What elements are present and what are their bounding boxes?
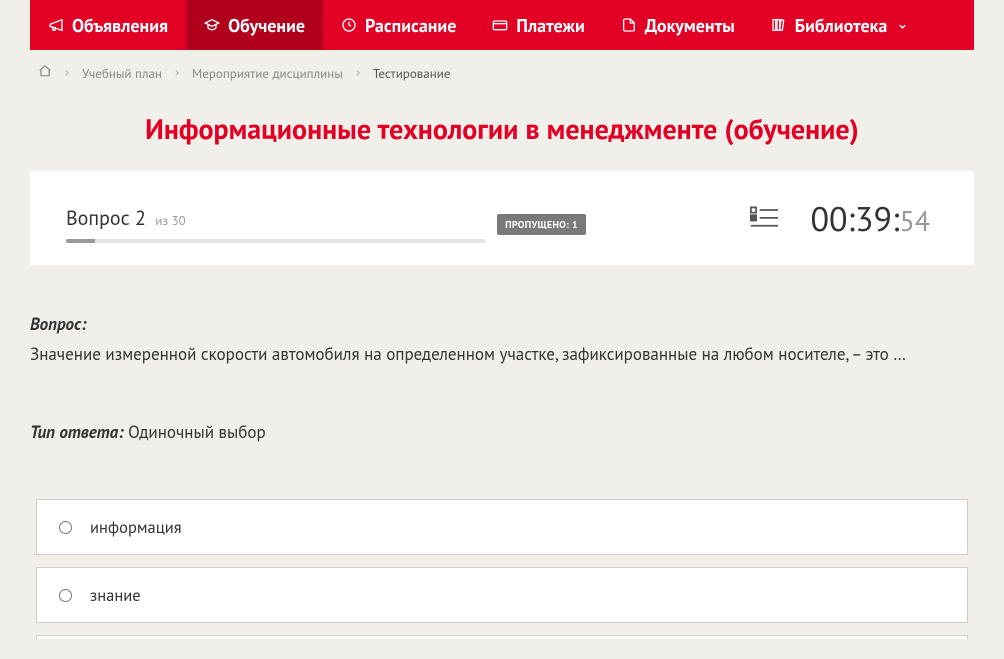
countdown-timer: 00:39:54 <box>810 197 938 241</box>
answer-label: знание <box>90 584 141 606</box>
question-counter: Вопрос 2 из 30 <box>66 205 485 231</box>
skipped-badge: ПРОПУЩЕНО: 1 <box>497 214 586 235</box>
answer-label: информация <box>90 516 182 538</box>
top-nav: Объявления Обучение Расписание Платежи Д… <box>30 0 974 50</box>
nav-item-payments[interactable]: Платежи <box>474 0 602 50</box>
nav-label: Библиотека <box>795 14 888 37</box>
nav-item-announcements[interactable]: Объявления <box>30 0 186 50</box>
nav-item-education[interactable]: Обучение <box>186 0 323 50</box>
question-body: Вопрос: Значение измеренной скорости авт… <box>0 265 1004 463</box>
question-label: Вопрос: <box>30 313 974 335</box>
progress-fill <box>66 239 95 243</box>
document-icon <box>621 17 637 33</box>
megaphone-icon <box>48 17 64 33</box>
chevron-right-icon <box>62 65 72 82</box>
answer-radio[interactable] <box>59 589 72 602</box>
clock-icon <box>341 17 357 33</box>
nav-label: Расписание <box>365 14 456 37</box>
answer-option-partial <box>36 635 968 639</box>
page-title: Информационные технологии в менеджменте … <box>0 92 1004 171</box>
answer-option[interactable]: знание <box>36 567 968 623</box>
nav-item-library[interactable]: Библиотека <box>753 0 927 50</box>
progress-bar <box>66 239 485 243</box>
breadcrumb-current: Тестирование <box>373 65 451 82</box>
nav-label: Документы <box>645 14 735 37</box>
nav-item-documents[interactable]: Документы <box>603 0 753 50</box>
card-icon <box>492 17 508 33</box>
question-text: Значение измеренной скорости автомобиля … <box>30 341 974 367</box>
chevron-right-icon <box>353 65 363 82</box>
chevron-down-icon <box>895 14 908 37</box>
home-icon[interactable] <box>38 64 52 82</box>
graduation-icon <box>204 17 220 33</box>
question-list-icon[interactable] <box>750 205 778 234</box>
breadcrumb: Учебный план Мероприятие дисциплины Тест… <box>0 50 1004 92</box>
nav-label: Платежи <box>516 14 584 37</box>
breadcrumb-link[interactable]: Учебный план <box>82 65 162 82</box>
nav-label: Обучение <box>228 14 305 37</box>
question-status-panel: Вопрос 2 из 30 ПРОПУЩЕНО: 1 <box>30 171 974 265</box>
answer-option[interactable]: информация <box>36 499 968 555</box>
answer-type: Тип ответа: Одиночный выбор <box>30 421 974 443</box>
breadcrumb-link[interactable]: Мероприятие дисциплины <box>192 65 343 82</box>
library-icon <box>771 17 787 33</box>
answer-radio[interactable] <box>59 521 72 534</box>
nav-item-schedule[interactable]: Расписание <box>323 0 474 50</box>
chevron-right-icon <box>172 65 182 82</box>
nav-label: Объявления <box>72 14 168 37</box>
